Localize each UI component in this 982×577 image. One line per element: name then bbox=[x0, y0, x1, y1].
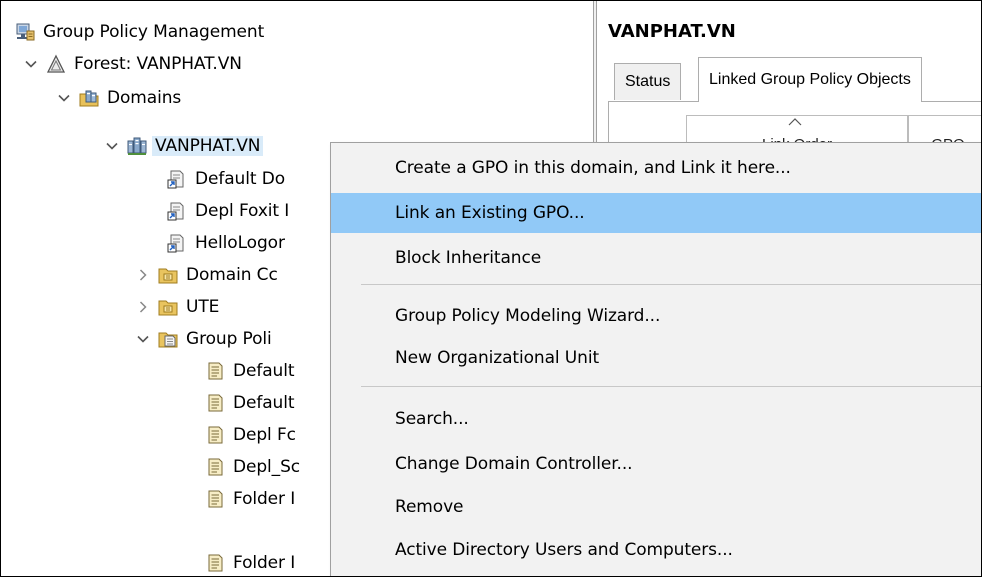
tree-item-label: Folder I bbox=[233, 489, 296, 509]
tree-item-label: Group Poli bbox=[186, 329, 272, 349]
tree-item-gpo[interactable]: Depl Fc bbox=[205, 420, 296, 450]
tree-item-gpo[interactable]: Depl_Sc bbox=[205, 452, 300, 482]
menu-item-aduc[interactable]: Active Directory Users and Computers... bbox=[331, 530, 981, 570]
chevron-down-icon[interactable] bbox=[135, 331, 151, 347]
tree-item-label: Domains bbox=[107, 88, 182, 108]
gpo-icon bbox=[208, 458, 223, 476]
chevron-down-icon[interactable] bbox=[23, 56, 39, 72]
tab-linked-gpos[interactable]: Linked Group Policy Objects bbox=[698, 57, 922, 102]
tree-item-root[interactable]: Group Policy Management bbox=[15, 17, 264, 47]
gpo-link-icon bbox=[167, 170, 184, 189]
ou-folder-icon bbox=[158, 300, 178, 316]
tree-item-gpo-container[interactable]: Group Poli bbox=[135, 324, 272, 354]
chevron-right-icon[interactable] bbox=[135, 267, 151, 283]
menu-item-search[interactable]: Search... bbox=[331, 399, 981, 439]
tab-strip: Status Linked Group Policy Objects bbox=[608, 57, 981, 102]
menu-separator bbox=[361, 386, 981, 387]
column-header-link-order[interactable]: Link Order bbox=[686, 115, 908, 145]
details-title: VANPHAT.VN bbox=[608, 21, 736, 42]
sort-ascending-icon bbox=[788, 118, 802, 126]
gpo-link-icon bbox=[167, 202, 184, 221]
chevron-down-icon[interactable] bbox=[104, 138, 120, 154]
menu-separator bbox=[361, 284, 981, 285]
tree-item-label: Default bbox=[233, 393, 295, 413]
gpo-icon bbox=[208, 362, 223, 380]
menu-item-change-dc[interactable]: Change Domain Controller... bbox=[331, 444, 981, 484]
tree-item-domains[interactable]: Domains bbox=[56, 83, 181, 113]
tree-item-label: Forest: VANPHAT.VN bbox=[74, 54, 242, 74]
tree-item-label: UTE bbox=[186, 297, 220, 317]
tree-item-label: Default bbox=[233, 361, 295, 381]
ou-folder-icon bbox=[158, 268, 178, 284]
chevron-right-icon[interactable] bbox=[135, 299, 151, 315]
gpm-console-icon bbox=[16, 23, 35, 41]
tree-item-label: Folder I bbox=[233, 553, 296, 573]
tree-item-label: Depl Foxit I bbox=[195, 201, 290, 221]
column-header-gpo[interactable]: GPO bbox=[908, 115, 981, 145]
tree-item-domain[interactable]: VANPHAT.VN bbox=[104, 131, 264, 161]
gpo-icon bbox=[208, 394, 223, 412]
tree-item-gpo-link[interactable]: HelloLogor bbox=[167, 228, 285, 258]
tree-item-gpo-link[interactable]: Default Do bbox=[167, 164, 285, 194]
gpo-icon bbox=[208, 426, 223, 444]
tree-item-forest[interactable]: Forest: VANPHAT.VN bbox=[23, 49, 242, 79]
context-menu: Create a GPO in this domain, and Link it… bbox=[330, 142, 981, 576]
tree-item-label: Depl Fc bbox=[233, 425, 296, 445]
gpo-link-icon bbox=[167, 234, 184, 253]
tree-item-label: Group Policy Management bbox=[43, 22, 265, 42]
forest-icon bbox=[46, 54, 66, 73]
gpo-icon bbox=[208, 554, 223, 572]
app-window: Group Policy Management Forest: VANPHAT.… bbox=[0, 0, 982, 577]
tree-item-label: Depl_Sc bbox=[233, 457, 301, 477]
domains-icon bbox=[79, 90, 99, 107]
tree-item-gpo[interactable]: Default bbox=[205, 388, 295, 418]
tree-item-gpo[interactable]: Default bbox=[205, 356, 295, 386]
tab-status[interactable]: Status bbox=[614, 63, 682, 100]
tree-item-label: Domain Cc bbox=[186, 265, 278, 285]
tree-item-gpo[interactable]: Folder I bbox=[205, 548, 296, 576]
tree-item-gpo[interactable]: Folder I bbox=[205, 484, 295, 514]
tree-item-label: HelloLogor bbox=[195, 233, 285, 253]
menu-item-create-gpo[interactable]: Create a GPO in this domain, and Link it… bbox=[331, 148, 981, 188]
tree-item-ou[interactable]: Domain Cc bbox=[135, 260, 278, 290]
chevron-down-icon[interactable] bbox=[56, 90, 72, 106]
menu-item-block-inheritance[interactable]: Block Inheritance bbox=[331, 238, 981, 278]
domain-icon bbox=[127, 137, 147, 155]
tree-item-gpo-link[interactable]: Depl Foxit I bbox=[167, 196, 289, 226]
menu-item-modeling-wizard[interactable]: Group Policy Modeling Wizard... bbox=[331, 296, 981, 336]
gpo-icon bbox=[208, 490, 223, 508]
tree-item-label: Default Do bbox=[195, 169, 286, 189]
tree-item-ou[interactable]: UTE bbox=[135, 292, 219, 322]
menu-item-remove[interactable]: Remove bbox=[331, 487, 981, 527]
menu-item-link-existing-gpo[interactable]: Link an Existing GPO... bbox=[331, 193, 981, 233]
tree-item-label: VANPHAT.VN bbox=[152, 136, 264, 156]
gpo-folder-icon bbox=[158, 332, 178, 348]
menu-item-new-ou[interactable]: New Organizational Unit bbox=[331, 338, 981, 378]
